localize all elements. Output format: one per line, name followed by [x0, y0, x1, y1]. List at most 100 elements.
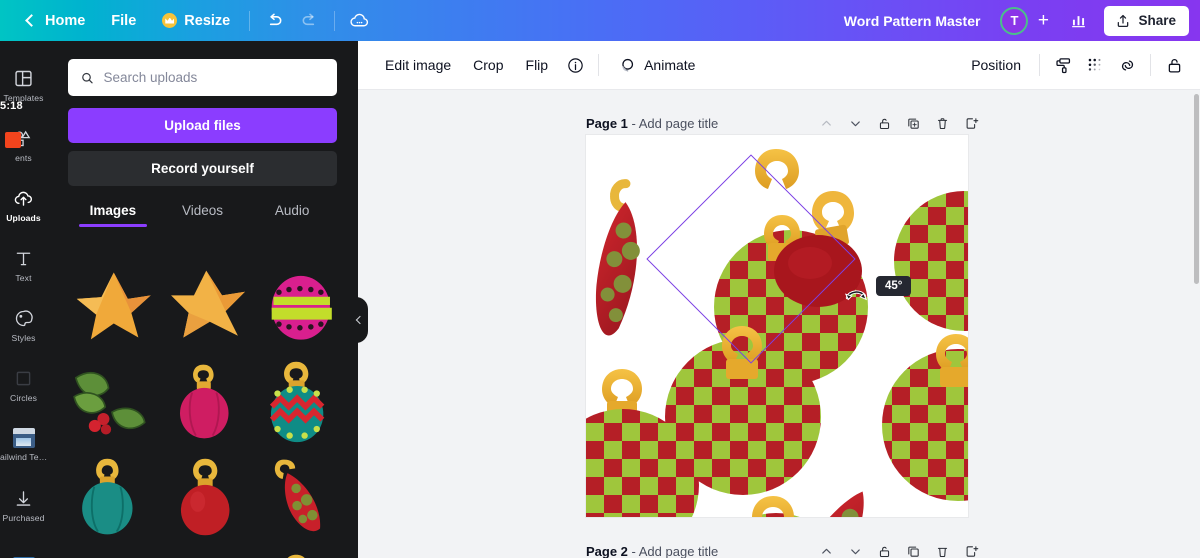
divider: [598, 54, 600, 76]
add-page-button[interactable]: [961, 541, 981, 558]
resize-button[interactable]: Resize: [149, 0, 243, 41]
file-label: File: [111, 12, 137, 29]
sidebar-item-templates[interactable]: Templates: [0, 55, 47, 115]
delete-page-button[interactable]: [932, 113, 952, 133]
page-title[interactable]: Page 1 - Add page title: [586, 116, 718, 131]
crop-button[interactable]: Crop: [462, 48, 514, 82]
redo-icon: [302, 13, 315, 25]
list-item[interactable]: [164, 260, 252, 350]
list-item[interactable]: [164, 452, 252, 542]
checkered-ornament: [287, 554, 305, 558]
uploads-grid: [68, 260, 337, 558]
sidebar-item-text[interactable]: Text: [0, 235, 47, 295]
canvas-workspace[interactable]: Page 1 - Add page title 45° Page 2 - Add…: [358, 90, 1200, 558]
page-2-header: Page 2 - Add page title: [586, 540, 981, 558]
share-button[interactable]: Share: [1104, 5, 1189, 36]
sidebar-item-label: Styles: [11, 332, 36, 343]
lock-page-button[interactable]: [874, 113, 894, 133]
sidebar-item-extra[interactable]: [0, 535, 47, 558]
animate-button[interactable]: Animate: [606, 48, 706, 82]
cloud-saved-icon: [350, 13, 368, 27]
delete-page-button[interactable]: [932, 541, 952, 558]
sidebar-item-label: Purchased: [2, 512, 45, 523]
move-page-down-button[interactable]: [845, 113, 865, 133]
transparency-button[interactable]: [1079, 49, 1111, 81]
tab-audio[interactable]: Audio: [247, 203, 337, 227]
cloud-save-button[interactable]: [341, 3, 377, 39]
list-item[interactable]: [164, 356, 252, 446]
tab-images[interactable]: Images: [68, 203, 158, 227]
avatar[interactable]: T: [1000, 6, 1029, 35]
search-icon: [82, 72, 93, 83]
sidebar-item-label: ailwind Te…: [0, 452, 47, 462]
rotate-cursor: [844, 286, 868, 311]
list-item[interactable]: [260, 260, 337, 350]
lock-page-button[interactable]: [874, 541, 894, 558]
text-icon: [16, 252, 31, 265]
chevron-left-icon: [355, 315, 365, 325]
share-upload-icon: [1118, 14, 1129, 27]
divider: [1039, 54, 1040, 76]
file-menu-button[interactable]: File: [98, 0, 149, 41]
page-title-placeholder: - Add page title: [627, 543, 719, 558]
duplicate-page-icon: [907, 546, 919, 557]
document-title[interactable]: Word Pattern Master: [830, 13, 995, 29]
duplicate-page-button[interactable]: [903, 113, 923, 133]
sidebar-item-purchased[interactable]: Purchased: [0, 475, 47, 535]
lock-button[interactable]: [1158, 49, 1190, 81]
page-number-label: Page 1: [586, 115, 628, 131]
teal-zigzag-ornament: [269, 361, 324, 443]
search-uploads-box[interactable]: [68, 59, 337, 96]
orange-star: [76, 272, 151, 340]
position-button[interactable]: Position: [960, 48, 1032, 82]
info-button[interactable]: [559, 49, 591, 81]
list-item[interactable]: [68, 452, 156, 542]
page-title[interactable]: Page 2 - Add page title: [586, 544, 718, 558]
uploads-icon: [14, 191, 32, 206]
upload-files-button[interactable]: Upload files: [68, 108, 337, 143]
home-button[interactable]: Home: [14, 0, 98, 41]
lock-icon: [1168, 58, 1180, 72]
list-item[interactable]: [164, 548, 252, 558]
sidebar-item-elements[interactable]: ents: [0, 115, 47, 175]
sidebar-item-tailwind-templates[interactable]: ailwind Te…: [0, 415, 47, 475]
list-item[interactable]: [260, 452, 337, 542]
sidebar-item-uploads[interactable]: Uploads: [0, 175, 47, 235]
insights-button[interactable]: [1060, 3, 1096, 39]
sidebar-item-label: Circles: [10, 392, 37, 403]
list-item[interactable]: [260, 356, 337, 446]
page-1-canvas[interactable]: [586, 135, 968, 517]
record-yourself-button[interactable]: Record yourself: [68, 151, 337, 186]
collapse-panel-button[interactable]: [349, 297, 368, 343]
holly-leaves: [73, 372, 146, 435]
move-page-down-button[interactable]: [845, 541, 865, 558]
canvas-scrollbar[interactable]: [1193, 90, 1200, 558]
sidebar-item-circles[interactable]: Circles: [0, 355, 47, 415]
list-item[interactable]: [68, 356, 156, 446]
list-item[interactable]: [260, 548, 337, 558]
uploads-panel: Upload files Record yourself Images Vide…: [47, 41, 358, 558]
sidebar-item-styles[interactable]: Styles: [0, 295, 47, 355]
search-input[interactable]: [103, 70, 325, 85]
move-page-up-button[interactable]: [816, 113, 836, 133]
paint-roller-button[interactable]: [1047, 49, 1079, 81]
chevron-left-icon: [25, 14, 38, 27]
flip-button[interactable]: Flip: [515, 48, 560, 82]
list-item[interactable]: [68, 548, 156, 558]
undo-button[interactable]: [256, 3, 292, 39]
home-label: Home: [45, 12, 86, 29]
duplicate-page-button[interactable]: [903, 541, 923, 558]
list-item[interactable]: [68, 260, 156, 350]
add-collaborator-button[interactable]: +: [1032, 10, 1054, 32]
move-page-up-button[interactable]: [816, 541, 836, 558]
uploads-tabs: Images Videos Audio: [68, 203, 337, 227]
edit-image-button[interactable]: Edit image: [374, 48, 462, 82]
striped-ornament-magenta: [271, 275, 332, 340]
add-page-button[interactable]: [961, 113, 981, 133]
scrollbar-thumb[interactable]: [1194, 94, 1199, 284]
duplicate-link-button[interactable]: [1111, 49, 1143, 81]
page-1-header: Page 1 - Add page title: [586, 112, 981, 134]
red-dotted-teardrop: [274, 459, 320, 532]
redo-button[interactable]: [292, 3, 328, 39]
tab-videos[interactable]: Videos: [158, 203, 248, 227]
